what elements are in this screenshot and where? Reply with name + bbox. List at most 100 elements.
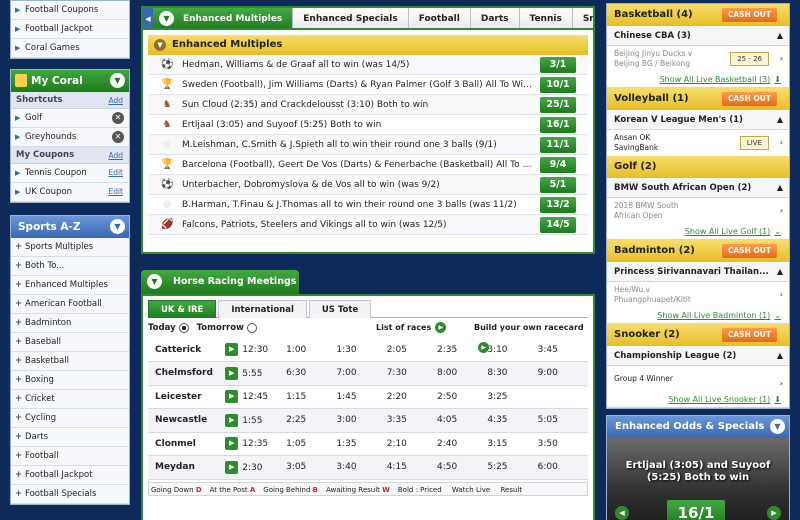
show-all-badminton-link[interactable]: Show All Live Badminton (1) ⌄ [607, 308, 789, 324]
golf-header[interactable]: Golf (2) [607, 156, 789, 178]
chevron-right-icon[interactable]: › [780, 374, 783, 394]
enhanced-multiples-header[interactable]: ▼ Enhanced Multiples [148, 35, 588, 55]
race-time[interactable]: 7:30 [386, 361, 437, 386]
sport-item[interactable]: + American Football [11, 295, 129, 314]
chevron-up-icon[interactable]: ▲ [777, 26, 783, 45]
watch-live-icon[interactable]: ▶ [225, 437, 239, 451]
race-time[interactable]: 3:00 [336, 408, 387, 433]
chevron-up-icon[interactable]: ▲ [777, 346, 783, 365]
race-time[interactable]: ▶ 12:45 [225, 385, 287, 409]
course-name[interactable]: Clonmel [148, 432, 226, 456]
race-time[interactable]: 6:00 [537, 455, 588, 480]
edit-link[interactable]: Edit [108, 183, 123, 201]
race-time[interactable]: ▶ 1:55 [225, 408, 287, 433]
special-row[interactable]: ♞ Ertljaal (3:05) and Suyoof (5:25) Both … [148, 115, 588, 135]
enhanced-odds-header[interactable]: Enhanced Odds & Specials ▼ [607, 416, 789, 438]
course-name[interactable]: Newcastle [148, 408, 226, 433]
chevron-left-icon[interactable]: ◀ [143, 8, 153, 28]
course-name[interactable]: Leicester [148, 385, 226, 409]
sport-item[interactable]: + Cycling [11, 409, 129, 428]
show-all-basketball-link[interactable]: Show All Live Basketball (3) ⬇ [607, 72, 789, 88]
race-time[interactable]: 1:35 [336, 432, 387, 456]
watch-live-icon[interactable]: ▶ [225, 413, 239, 427]
golf-event[interactable]: 2018 BMW South African Open › [607, 198, 789, 224]
race-time[interactable]: 2:25 [286, 408, 337, 433]
course-name[interactable]: Catterick [148, 338, 226, 362]
badminton-event[interactable]: Hee/Wu v Phuangphuapet/Kitit › [607, 282, 789, 308]
race-time[interactable]: 2:10 [386, 432, 437, 456]
chevron-down-icon[interactable]: ▼ [770, 419, 785, 434]
odds-button[interactable]: 5/1 [540, 177, 576, 193]
odds-button[interactable]: 14/5 [540, 217, 576, 233]
sport-item[interactable]: + Enhanced Multiples [11, 276, 129, 295]
sport-item[interactable]: + Basketball [11, 352, 129, 371]
watch-live-icon[interactable]: ▶ [225, 366, 239, 380]
race-time[interactable]: 3:40 [336, 455, 387, 480]
chevron-left-icon[interactable]: ◀ [615, 506, 629, 520]
sport-item[interactable]: + Football [11, 447, 129, 466]
league-korean-v[interactable]: Korean V League Men's (1) ▲ [607, 110, 789, 130]
race-time[interactable]: 2:20 [386, 385, 437, 409]
tab-tennis[interactable]: Tennis [519, 8, 573, 28]
race-time[interactable]: 8:30 [487, 361, 538, 386]
race-time[interactable]: 5:05 [537, 408, 588, 433]
sport-item[interactable]: + Football Jackpot [11, 466, 129, 485]
shortcut-greyhounds[interactable]: ▶ Greyhounds ✕ [11, 128, 129, 147]
sport-item[interactable]: + Sports Multiples [11, 238, 129, 257]
sport-item[interactable]: + Baseball [11, 333, 129, 352]
league-bmw-open[interactable]: BMW South African Open (2) ▲ [607, 178, 789, 198]
race-time[interactable]: 3:25 [487, 385, 538, 409]
remove-icon[interactable]: ✕ [112, 131, 124, 143]
race-time[interactable]: 4:05 [437, 408, 488, 433]
race-time[interactable]: 1:45 [336, 385, 387, 409]
chevron-right-icon[interactable]: › [780, 138, 783, 148]
race-time[interactable]: 6:30 [286, 361, 337, 386]
chevron-up-icon[interactable]: ▲ [777, 178, 783, 197]
tab-international[interactable]: International [218, 300, 307, 318]
odds-button[interactable]: 11/1 [540, 137, 576, 153]
race-time[interactable]: 2:05 [386, 338, 437, 362]
build-racecard-link[interactable]: Build your own racecard▶ [474, 318, 588, 358]
link-coral-games[interactable]: ▶ Coral Games [11, 39, 129, 58]
sport-item[interactable]: + Cricket [11, 390, 129, 409]
tab-darts[interactable]: Darts [470, 8, 520, 28]
chevron-up-icon[interactable]: ▲ [777, 262, 783, 281]
league-chinese-cba[interactable]: Chinese CBA (3) ▲ [607, 26, 789, 46]
tab-uk-ire[interactable]: UK & IRE [148, 300, 217, 318]
snooker-event[interactable]: Group 4 Winner › [607, 366, 789, 392]
chevron-down-icon[interactable]: ▼ [110, 219, 125, 234]
enhanced-odds-price[interactable]: 16/1 [667, 500, 725, 520]
remove-icon[interactable]: ✕ [112, 112, 124, 124]
tab-snooker[interactable]: Snooker [572, 8, 593, 28]
race-time[interactable]: 9:00 [537, 361, 588, 386]
today-radio[interactable] [178, 322, 189, 333]
special-row[interactable]: ⚽ Hedman, Williams & de Graaf all to win … [148, 55, 588, 75]
race-time[interactable]: ▶ 2:30 [225, 455, 287, 480]
coupon-tennis[interactable]: ▶ Tennis Coupon Edit [11, 164, 129, 183]
badminton-header[interactable]: Badminton (2) CASH OUT [607, 240, 789, 262]
basketball-event[interactable]: Beijing Jinyu Ducks v Beijing BG / Beikon… [607, 46, 789, 72]
race-time[interactable]: ▶ 5:55 [225, 361, 287, 386]
add-coupon-link[interactable]: Add [108, 147, 123, 164]
race-time[interactable]: ▶ 12:30 [225, 338, 287, 362]
race-time[interactable]: 1:30 [336, 338, 387, 362]
chevron-down-icon[interactable]: ▼ [110, 73, 125, 88]
list-of-races-link[interactable]: List of races ▶ [376, 318, 447, 338]
special-row[interactable]: ● M.Leishman, C.Smith & J.Spieth all to w… [148, 135, 588, 155]
shortcut-golf[interactable]: ▶ Golf ✕ [11, 109, 129, 128]
add-shortcut-link[interactable]: Add [108, 92, 123, 109]
special-row[interactable]: ⚽ Unterbacher, Dobromyslova & de Vos all … [148, 175, 588, 195]
race-time[interactable]: 3:50 [537, 432, 588, 456]
league-princess-sirivannavari[interactable]: Princess Sirivannavari Thailan... ▲ [607, 262, 789, 282]
race-time[interactable]: 1:05 [286, 432, 337, 456]
sport-item[interactable]: + Darts [11, 428, 129, 447]
race-time[interactable]: 2:50 [437, 385, 488, 409]
course-name[interactable]: Chelmsford [148, 361, 226, 386]
sport-item[interactable]: + Boxing [11, 371, 129, 390]
snooker-header[interactable]: Snooker (2) CASH OUT [607, 324, 789, 346]
race-time[interactable]: 4:35 [487, 408, 538, 433]
odds-button[interactable]: 13/2 [540, 197, 576, 213]
odds-button[interactable]: 3/1 [540, 57, 576, 73]
volleyball-header[interactable]: Volleyball (1) CASH OUT [607, 88, 789, 110]
special-row[interactable]: ♞ Sun Cloud (2:35) and Crackdelousst (3:1… [148, 95, 588, 115]
